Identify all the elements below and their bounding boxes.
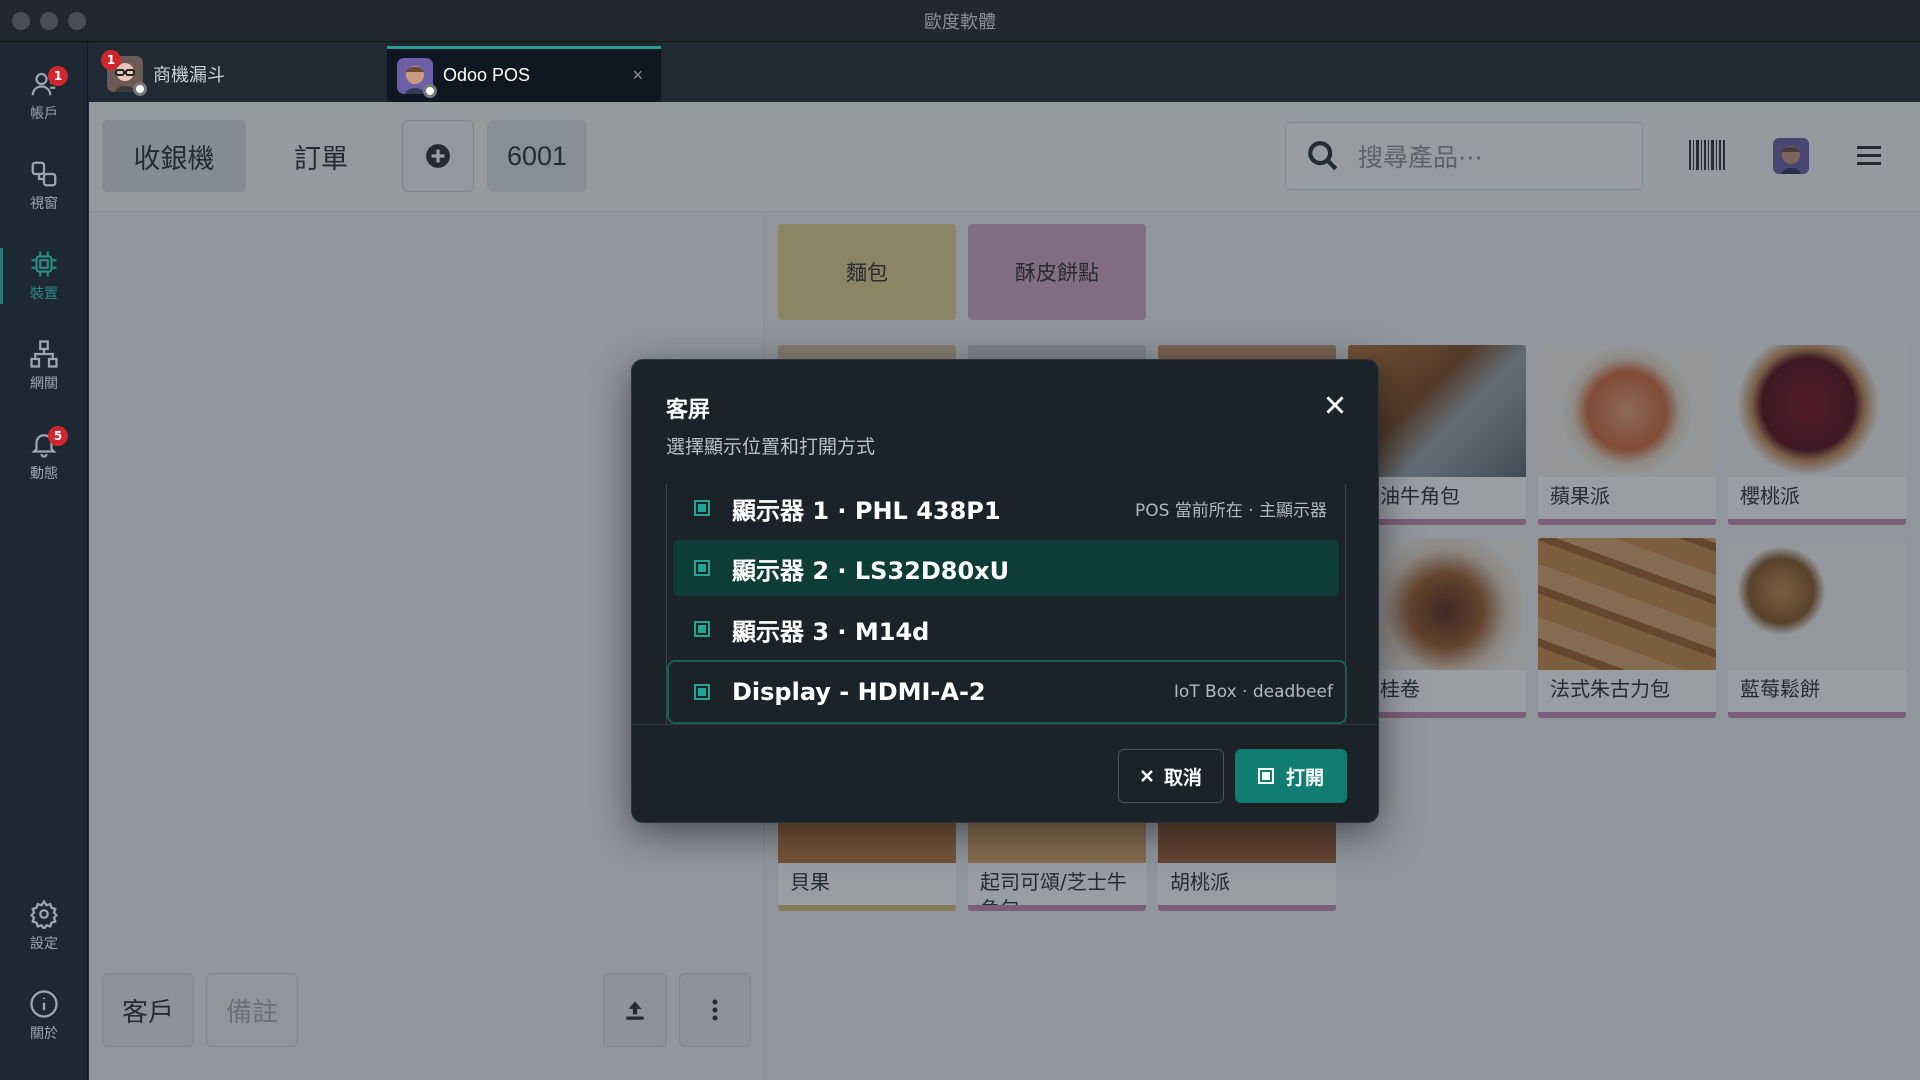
display-meta: POS 當前所在 · 主顯示器 [1134, 500, 1327, 521]
sidebar-item-activity[interactable]: 動態 5 [0, 418, 88, 494]
close-window-button[interactable] [12, 12, 30, 30]
dialog-divider [632, 724, 1378, 725]
sidebar: 帳戶 1 視窗 裝置 網關 動態 5 設定 關於 [0, 42, 88, 1080]
sidebar-item-label: 裝置 [30, 286, 58, 302]
notification-badge: 1 [48, 66, 68, 86]
close-icon [1141, 770, 1153, 782]
tab-label: Odoo POS [443, 65, 531, 85]
close-icon[interactable]: × [632, 65, 643, 86]
sidebar-item-label: 動態 [30, 466, 58, 482]
display-label: Display - HDMI-A-2 [732, 678, 986, 706]
avatar [397, 57, 437, 98]
sidebar-item-label: 關於 [30, 1026, 58, 1042]
display-icon [694, 560, 710, 576]
sidebar-item-about[interactable]: 關於 [0, 978, 88, 1054]
tab-crm-pipeline[interactable]: 1 商機漏斗 [101, 46, 397, 102]
window-titlebar: 歐度軟體 [0, 0, 1920, 42]
open-label: 打開 [1285, 766, 1324, 789]
status-dot [423, 83, 437, 98]
sidebar-item-settings[interactable]: 設定 [0, 888, 88, 964]
display-option[interactable]: 顯示器 3 · M14d [673, 601, 1339, 657]
display-option[interactable]: 顯示器 2 · LS32D80xU [673, 540, 1339, 596]
open-button[interactable]: 打開 [1235, 749, 1347, 803]
display-option[interactable]: 顯示器 1 · PHL 438P1 POS 當前所在 · 主顯示器 [673, 480, 1339, 536]
dialog-subtitle: 選擇顯示位置和打開方式 [666, 436, 876, 458]
tab-odoo-pos[interactable]: Odoo POS × [387, 46, 661, 102]
display-label: 顯示器 1 · PHL 438P1 [732, 496, 1001, 525]
sidebar-item-devices[interactable]: 裝置 [0, 238, 88, 314]
zoom-window-button[interactable] [68, 12, 86, 30]
sidebar-item-label: 視窗 [30, 196, 58, 212]
sidebar-item-label: 帳戶 [30, 106, 58, 122]
windows-icon [31, 161, 57, 187]
minimize-window-button[interactable] [40, 12, 58, 30]
display-icon [694, 621, 710, 637]
cancel-button[interactable]: 取消 [1118, 749, 1224, 803]
display-icon [694, 684, 710, 700]
window-title: 歐度軟體 [924, 11, 996, 33]
display-icon [694, 500, 710, 516]
avatar: 1 [101, 50, 147, 96]
info-icon [30, 990, 58, 1018]
customer-display-dialog: 客屏 選擇顯示位置和打開方式 顯示器 1 · PHL 438P1 POS 當前所… [631, 359, 1379, 823]
cancel-label: 取消 [1163, 766, 1202, 789]
display-icon [1257, 768, 1274, 784]
sidebar-item-label: 設定 [30, 936, 58, 952]
close-icon[interactable] [1322, 392, 1348, 418]
sidebar-item-windows[interactable]: 視窗 [0, 148, 88, 224]
network-icon [30, 340, 58, 368]
sidebar-item-gateway[interactable]: 網關 [0, 328, 88, 404]
status-dot [133, 82, 147, 96]
display-label: 顯示器 3 · M14d [732, 617, 930, 646]
window-controls[interactable] [12, 12, 86, 30]
display-label: 顯示器 2 · LS32D80xU [732, 556, 1010, 585]
sidebar-item-label: 網關 [30, 376, 58, 392]
display-list: 顯示器 1 · PHL 438P1 POS 當前所在 · 主顯示器 顯示器 2 … [666, 484, 1347, 724]
notification-badge: 1 [101, 50, 121, 70]
tab-bar: 1 商機漏斗 Odoo POS × [89, 42, 1920, 102]
tab-label: 商機漏斗 [153, 65, 225, 86]
notification-badge: 5 [48, 426, 68, 446]
sidebar-item-account[interactable]: 帳戶 1 [0, 58, 88, 134]
display-option[interactable]: Display - HDMI-A-2 IoT Box · deadbeef [667, 660, 1347, 724]
dialog-title: 客屏 [666, 398, 711, 423]
gear-icon [29, 899, 59, 929]
display-meta: IoT Box · deadbeef [1173, 682, 1333, 702]
chip-icon [31, 251, 57, 277]
